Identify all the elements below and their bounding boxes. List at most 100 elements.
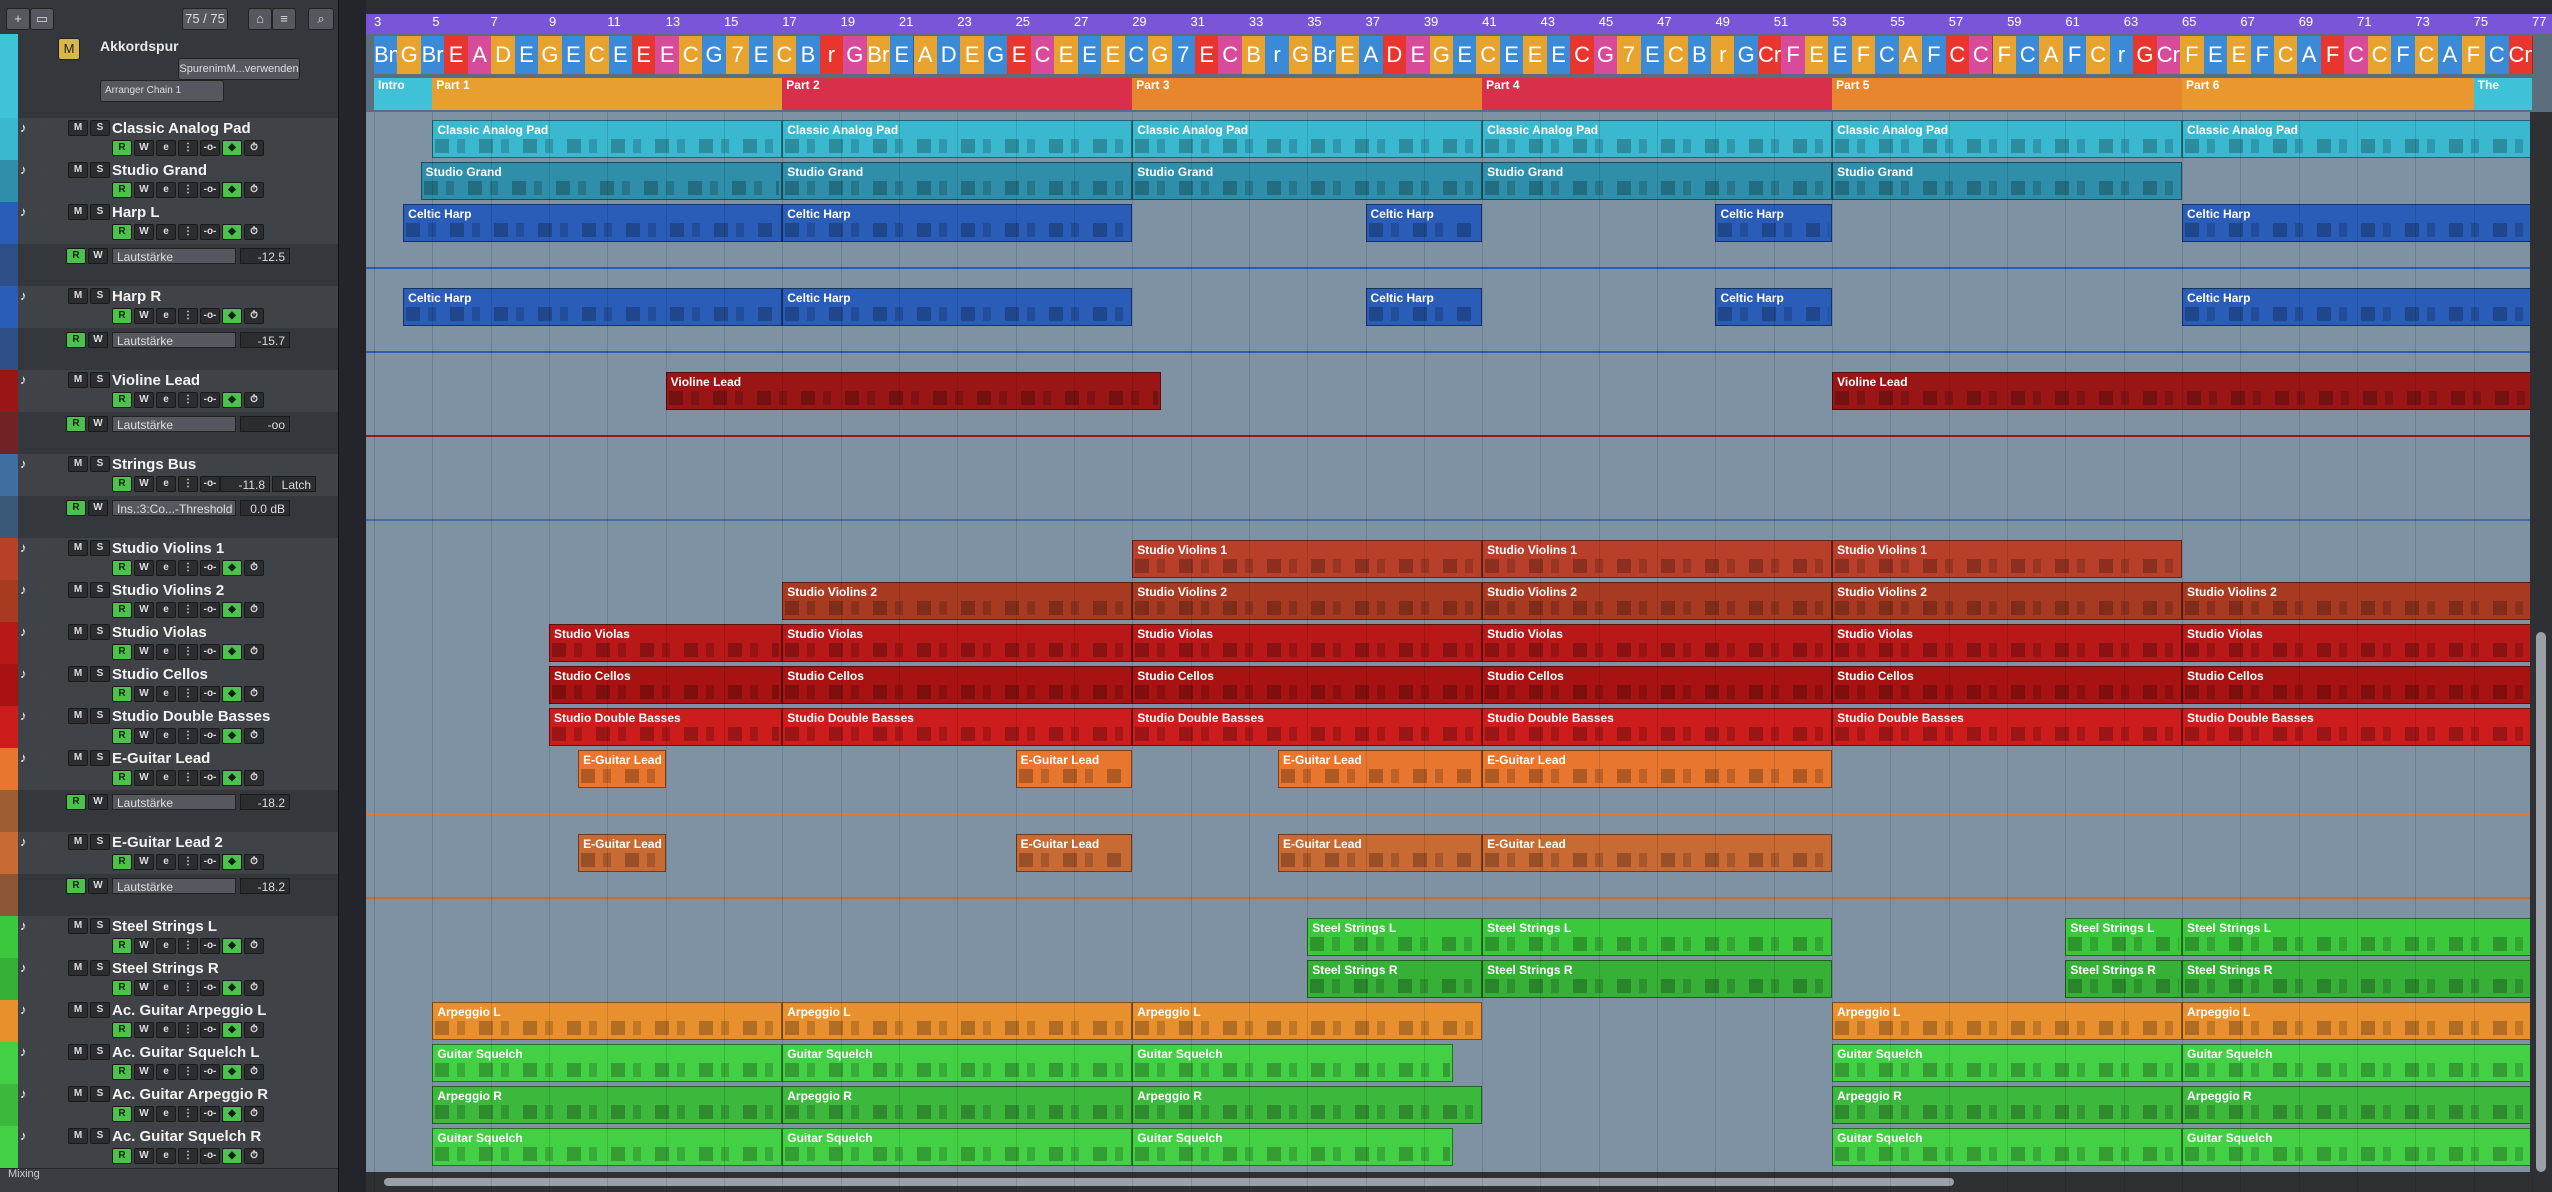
mute-button[interactable]: M [68, 960, 88, 976]
lane-button[interactable]: -o- [200, 770, 220, 786]
automation-write-button[interactable]: W [88, 500, 108, 516]
monitor-button[interactable]: ⋮ [178, 602, 198, 618]
automation-value[interactable]: -12.5 [240, 248, 290, 264]
automation-value[interactable]: -18.2 [240, 794, 290, 810]
chord-event[interactable]: G [1288, 36, 1314, 74]
freeze-button[interactable]: ◆ [222, 224, 242, 240]
time-button[interactable]: ⏱ [244, 1022, 264, 1038]
freeze-button[interactable]: ◆ [222, 140, 242, 156]
chord-event[interactable]: E [2203, 36, 2229, 74]
track-header[interactable]: ♪ 44 Ac. Guitar Squelch L M S R We ⋮ -o- ◆ ⏱ [0, 1042, 338, 1085]
track-header[interactable]: ♪ 32 Violine Lead M S R We ⋮ -o- ◆ ⏱ [0, 370, 338, 413]
chord-event[interactable]: E [1101, 36, 1126, 74]
track-name[interactable]: Ac. Guitar Squelch R [112, 1128, 261, 1145]
automation-curve[interactable] [366, 435, 2552, 438]
track-header[interactable]: ♪ 46 Ac. Guitar Squelch R M S R We ⋮ -o- ◆ ⏱ [0, 1126, 338, 1169]
track-header[interactable]: ♪33Strings BusMSRWe⋮-o-◆⏱-11.8Latch [0, 454, 338, 497]
monitor-button[interactable]: ⋮ [178, 1148, 198, 1164]
chord-event[interactable]: E [2227, 36, 2252, 74]
chord-event[interactable]: E [561, 36, 587, 74]
mute-button[interactable]: M [68, 1044, 88, 1060]
track-header[interactable]: ♪ 30 Harp L M S R We ⋮ -o- ◆ ⏱ [0, 202, 338, 245]
monitor-button[interactable]: ⋮ [178, 140, 198, 156]
track-name[interactable]: Steel Strings R [112, 960, 219, 977]
freeze-button[interactable]: ◆ [222, 560, 242, 576]
mute-button[interactable]: M [68, 666, 88, 682]
mute-button[interactable]: M [68, 162, 88, 178]
lane-button[interactable]: -o- [200, 476, 220, 492]
time-button[interactable]: ⏱ [244, 140, 264, 156]
time-button[interactable]: ⏱ [244, 770, 264, 786]
horizontal-scrollbar[interactable] [366, 1172, 2552, 1192]
read-button[interactable]: R [112, 1106, 132, 1122]
read-button[interactable]: R [112, 644, 132, 660]
chord-event[interactable]: 7 [1617, 36, 1642, 74]
write-button[interactable]: W [134, 308, 154, 324]
automation-write-button[interactable]: W [88, 794, 108, 810]
write-button[interactable]: W [134, 980, 154, 996]
read-button[interactable]: R [112, 1022, 132, 1038]
read-button[interactable]: R [112, 476, 132, 492]
search-icon[interactable]: ⌕ [308, 8, 334, 30]
automation-write-button[interactable]: W [88, 332, 108, 348]
freeze-button[interactable]: ◆ [222, 854, 242, 870]
chord-event[interactable]: 7 [725, 36, 751, 74]
read-button[interactable]: R [112, 1064, 132, 1080]
edit-button[interactable]: e [156, 854, 176, 870]
freeze-button[interactable]: ◆ [222, 392, 242, 408]
time-button[interactable]: ⏱ [244, 1106, 264, 1122]
mute-button[interactable]: M [68, 120, 88, 136]
automation-parameter[interactable]: Lautstärke [112, 332, 236, 348]
track-header[interactable]: ♪ 38 Studio Double Basses M S R We ⋮ -o- ◆ ⏱ [0, 706, 338, 749]
track-name[interactable]: Harp R [112, 288, 161, 305]
chord-event[interactable]: E [655, 36, 680, 74]
automation-curve[interactable] [366, 897, 2552, 900]
lane-button[interactable]: -o- [200, 224, 220, 240]
midi-part[interactable]: Steel Strings R [1307, 960, 1483, 998]
track-header[interactable]: ♪ 45 Ac. Guitar Arpeggio R M S R We ⋮ -o- ◆ ⏱ [0, 1084, 338, 1127]
write-button[interactable]: W [134, 392, 154, 408]
edit-button[interactable]: e [156, 560, 176, 576]
lane-button[interactable]: -o- [200, 182, 220, 198]
track-header[interactable]: ♪ 35 Studio Violins 2 M S R We ⋮ -o- ◆ ⏱ [0, 580, 338, 623]
chord-event[interactable]: A [1359, 36, 1384, 74]
track-header[interactable]: ♪ 34 Studio Violins 1 M S R We ⋮ -o- ◆ ⏱ [0, 538, 338, 581]
lane-button[interactable]: -o- [200, 1148, 220, 1164]
monitor-button[interactable]: ⋮ [178, 1106, 198, 1122]
automation-parameter[interactable]: Lautstärke [112, 794, 236, 810]
midi-part[interactable]: E-Guitar Lead [578, 750, 666, 788]
chord-event[interactable]: F [2391, 36, 2416, 74]
chord-event[interactable]: E [608, 36, 634, 74]
chord-event[interactable]: r [1265, 36, 1290, 74]
monitor-button[interactable]: ⋮ [178, 938, 198, 954]
chord-event[interactable]: C [2414, 36, 2440, 74]
midi-part[interactable]: Violine Lead [665, 372, 1162, 410]
track-header[interactable]: ♪ 36 Studio Violas M S R We ⋮ -o- ◆ ⏱ [0, 622, 338, 665]
chord-event[interactable]: E [960, 36, 985, 74]
arranger-section[interactable]: Part 1 [432, 78, 783, 110]
edit-button[interactable]: e [156, 644, 176, 660]
chord-event[interactable]: A [2039, 36, 2064, 74]
chord-event[interactable]: B [796, 36, 821, 74]
arranger-section[interactable]: Part 4 [1482, 78, 1833, 110]
read-button[interactable]: R [112, 728, 132, 744]
chord-event[interactable]: G [983, 36, 1009, 74]
lane-button[interactable]: -o- [200, 140, 220, 156]
chord-event[interactable]: E [632, 36, 657, 74]
write-button[interactable]: W [134, 182, 154, 198]
edit-button[interactable]: e [156, 1022, 176, 1038]
time-button[interactable]: ⏱ [244, 686, 264, 702]
read-button[interactable]: R [112, 686, 132, 702]
read-button[interactable]: R [112, 770, 132, 786]
home-icon[interactable]: ⌂ [248, 8, 272, 30]
automation-write-button[interactable]: W [88, 416, 108, 432]
chord-event[interactable]: F [2062, 36, 2088, 74]
automation-value[interactable]: -18.2 [240, 878, 290, 894]
monitor-button[interactable]: ⋮ [178, 392, 198, 408]
write-button[interactable]: W [134, 1064, 154, 1080]
track-header[interactable]: ♪ 28 Classic Analog Pad M S R We ⋮ -o- ◆ ⏱ [0, 118, 338, 161]
edit-button[interactable]: e [156, 770, 176, 786]
track-name[interactable]: Classic Analog Pad [112, 120, 251, 137]
chord-event[interactable]: C [2344, 36, 2369, 74]
mute-button[interactable]: M [68, 540, 88, 556]
